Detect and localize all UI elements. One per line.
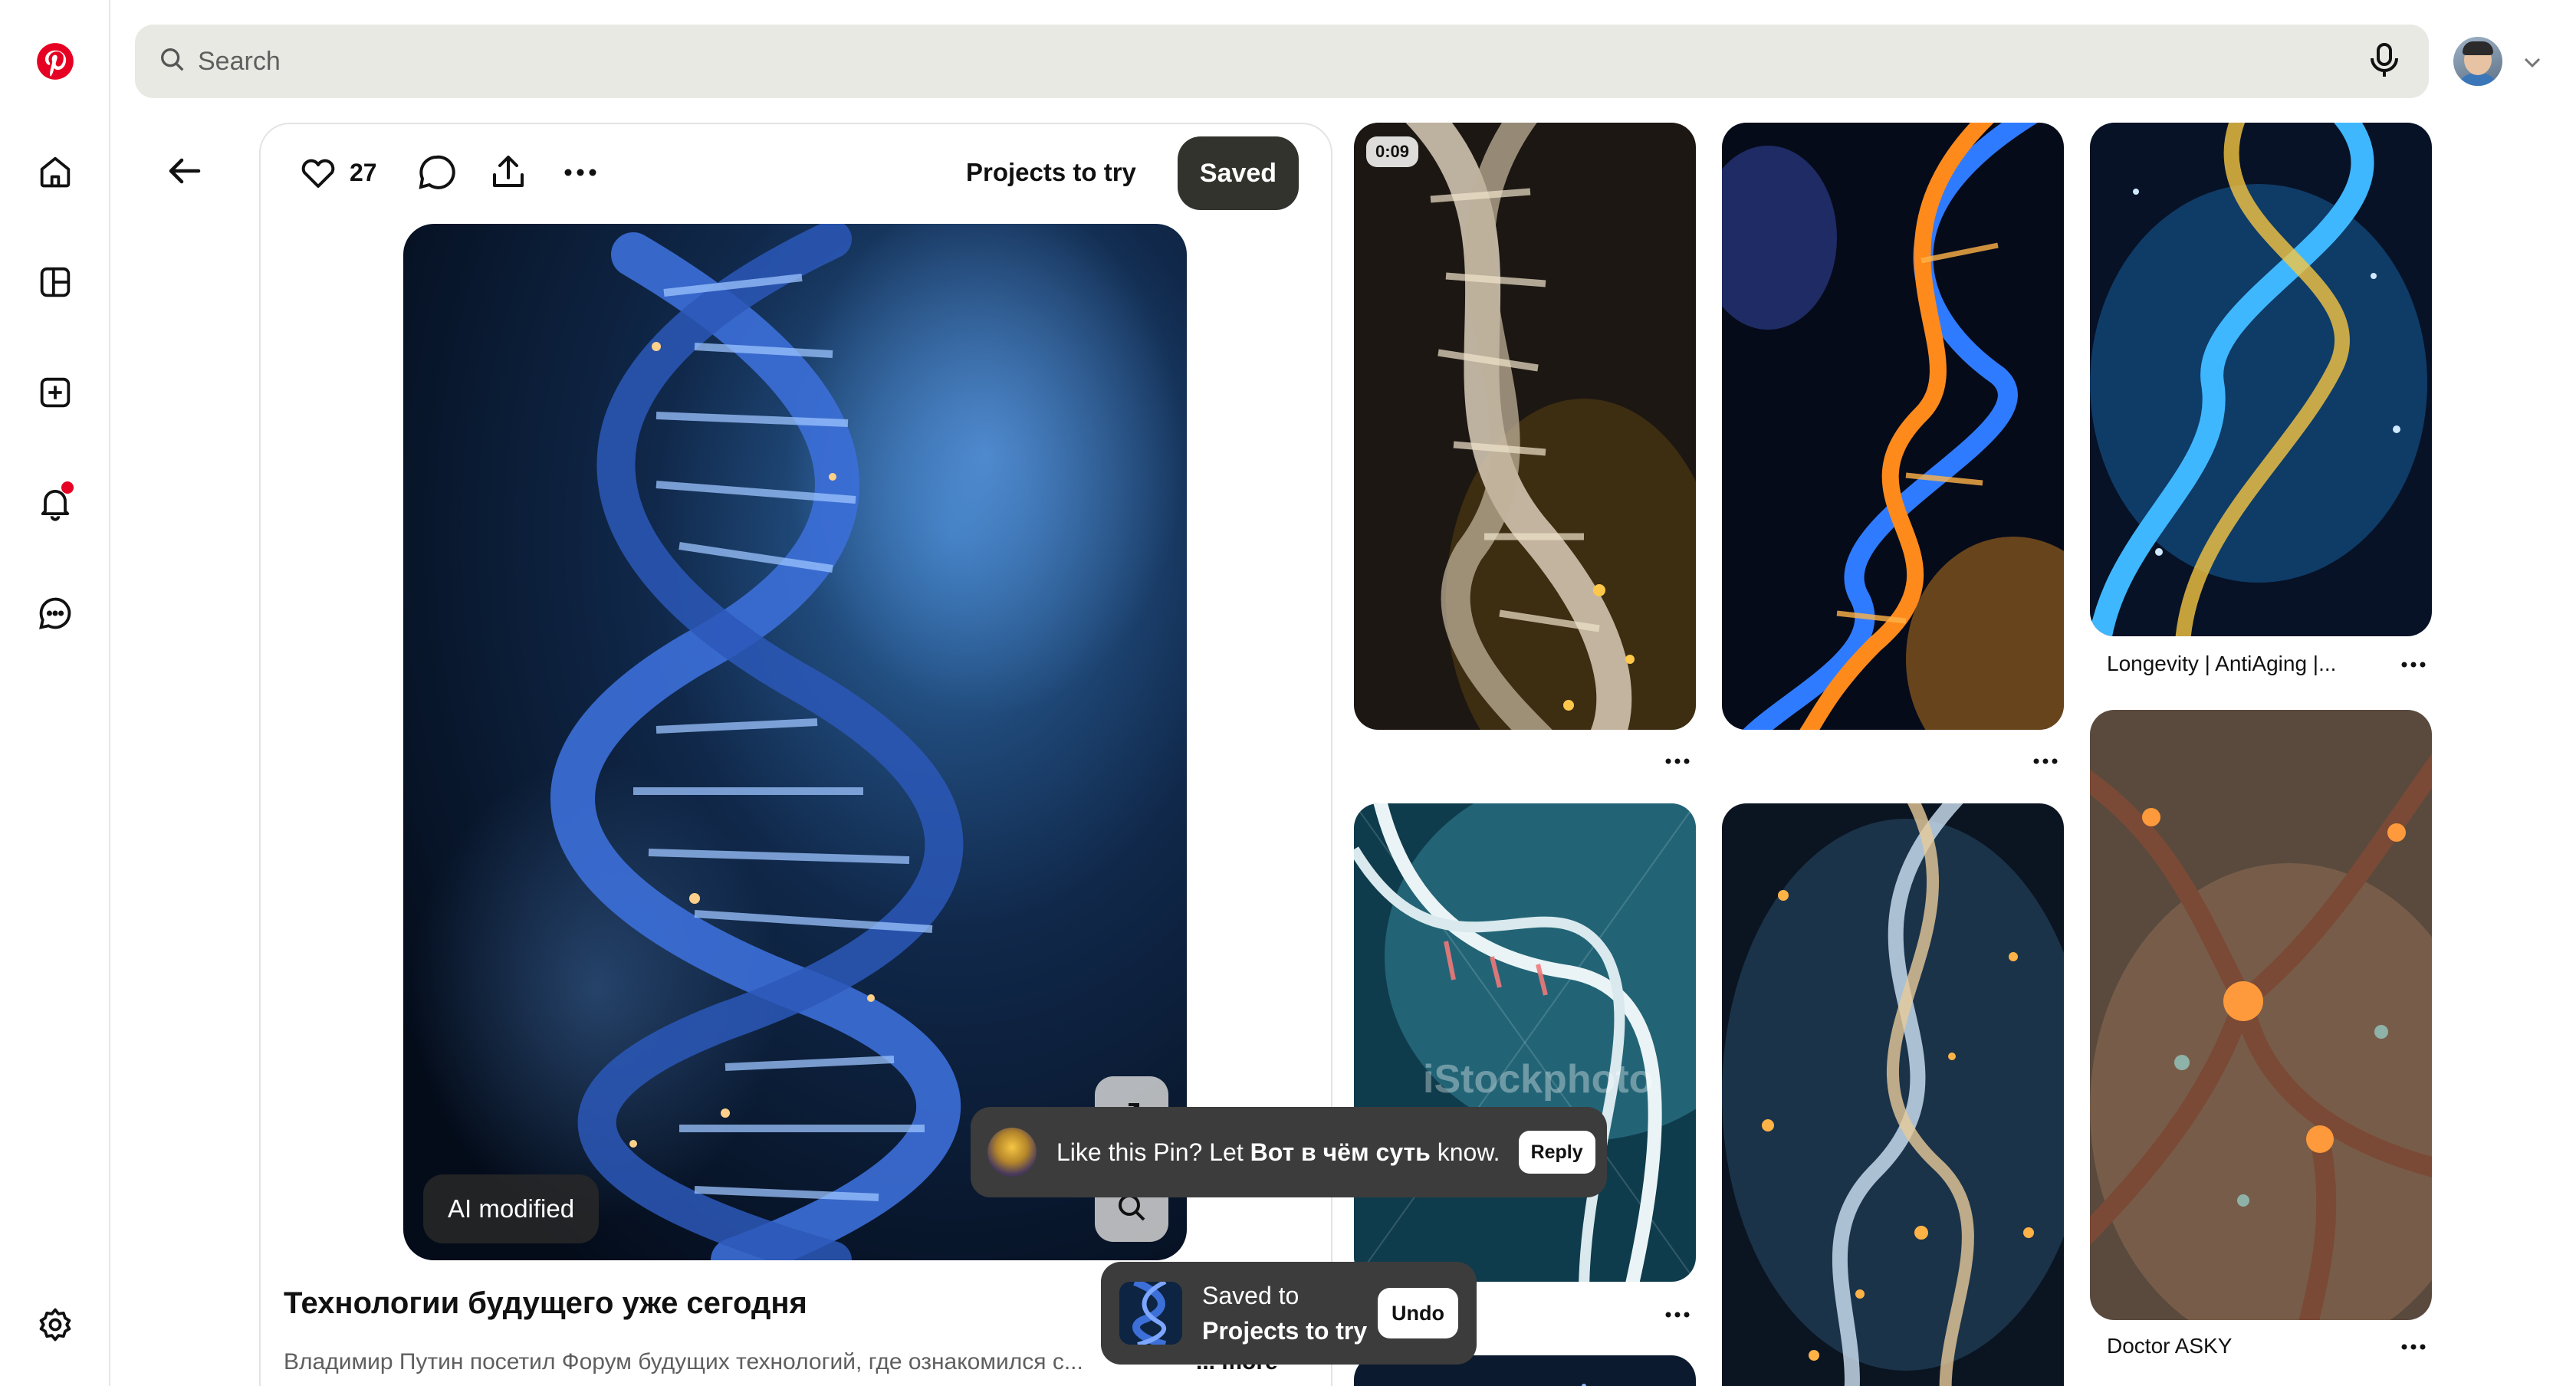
pin-description: Владимир Путин посетил Форум будущих тех… xyxy=(284,1349,1083,1375)
messages-icon[interactable] xyxy=(28,586,83,641)
grid-pin-1[interactable]: 0:09 xyxy=(1354,123,1696,730)
pinterest-logo-icon[interactable] xyxy=(28,34,83,89)
comment-prompt-text: Like this Pin? Let Вот в чём суть know. xyxy=(1056,1138,1500,1166)
search-icon xyxy=(158,45,187,78)
home-icon[interactable] xyxy=(28,144,83,199)
pin-4-more-icon[interactable] xyxy=(1662,1303,1693,1326)
creator-avatar xyxy=(987,1128,1037,1177)
settings-icon[interactable] xyxy=(28,1297,83,1352)
notification-dot xyxy=(61,481,74,494)
grid-pin-3[interactable] xyxy=(2090,123,2432,636)
like-count: 27 xyxy=(350,158,377,186)
heart-icon[interactable] xyxy=(297,146,339,199)
search-bar xyxy=(135,25,2429,98)
microphone-icon[interactable] xyxy=(2363,38,2406,85)
reply-button[interactable]: Reply xyxy=(1518,1131,1595,1174)
pin-main-image[interactable] xyxy=(403,224,1187,1260)
comment-icon[interactable] xyxy=(416,146,457,199)
comment-prompt-toast: Like this Pin? Let Вот в чём суть know. … xyxy=(971,1107,1607,1197)
grid-pin-4[interactable]: iStockphoto xyxy=(1354,803,1696,1282)
pin-1-more-icon[interactable] xyxy=(1662,750,1693,773)
pin-6-title[interactable]: Doctor ASKY xyxy=(2107,1334,2232,1358)
istock-watermark: iStockphoto xyxy=(1423,1057,1654,1102)
saved-toast: Saved to Projects to try Undo xyxy=(1101,1262,1477,1365)
pin-title: Технологии будущего уже сегодня xyxy=(284,1286,807,1320)
ai-modified-badge[interactable]: AI modified xyxy=(423,1174,600,1243)
more-options-icon[interactable] xyxy=(560,146,601,199)
pin-6-more-icon[interactable] xyxy=(2398,1335,2429,1358)
left-sidebar xyxy=(0,0,110,1386)
pin-3-more-icon[interactable] xyxy=(2398,653,2429,676)
video-duration-badge: 0:09 xyxy=(1366,136,1419,167)
back-button[interactable] xyxy=(158,144,212,198)
account-chevron-down-icon[interactable] xyxy=(2519,49,2545,75)
saved-board-name[interactable]: Projects to try xyxy=(1202,1313,1367,1348)
board-selector[interactable]: Projects to try xyxy=(966,158,1136,187)
pin-2-more-icon[interactable] xyxy=(2030,750,2061,773)
saved-button[interactable]: Saved xyxy=(1178,136,1299,210)
pin-action-bar: 27 xyxy=(297,146,601,199)
notifications-icon[interactable] xyxy=(28,475,83,530)
share-icon[interactable] xyxy=(488,146,529,199)
grid-pin-5[interactable] xyxy=(1722,803,2064,1386)
search-input[interactable] xyxy=(198,46,2363,77)
saved-pin-thumbnail xyxy=(1119,1282,1182,1345)
saved-to-label: Saved to xyxy=(1202,1282,1300,1309)
grid-pin-6[interactable] xyxy=(2090,710,2432,1320)
pin-3-title[interactable]: Longevity | AntiAging |... xyxy=(2107,652,2336,676)
boards-icon[interactable] xyxy=(28,255,83,310)
user-avatar[interactable] xyxy=(2453,37,2502,86)
create-icon[interactable] xyxy=(28,365,83,420)
undo-button[interactable]: Undo xyxy=(1378,1288,1458,1338)
grid-pin-2[interactable] xyxy=(1722,123,2064,730)
